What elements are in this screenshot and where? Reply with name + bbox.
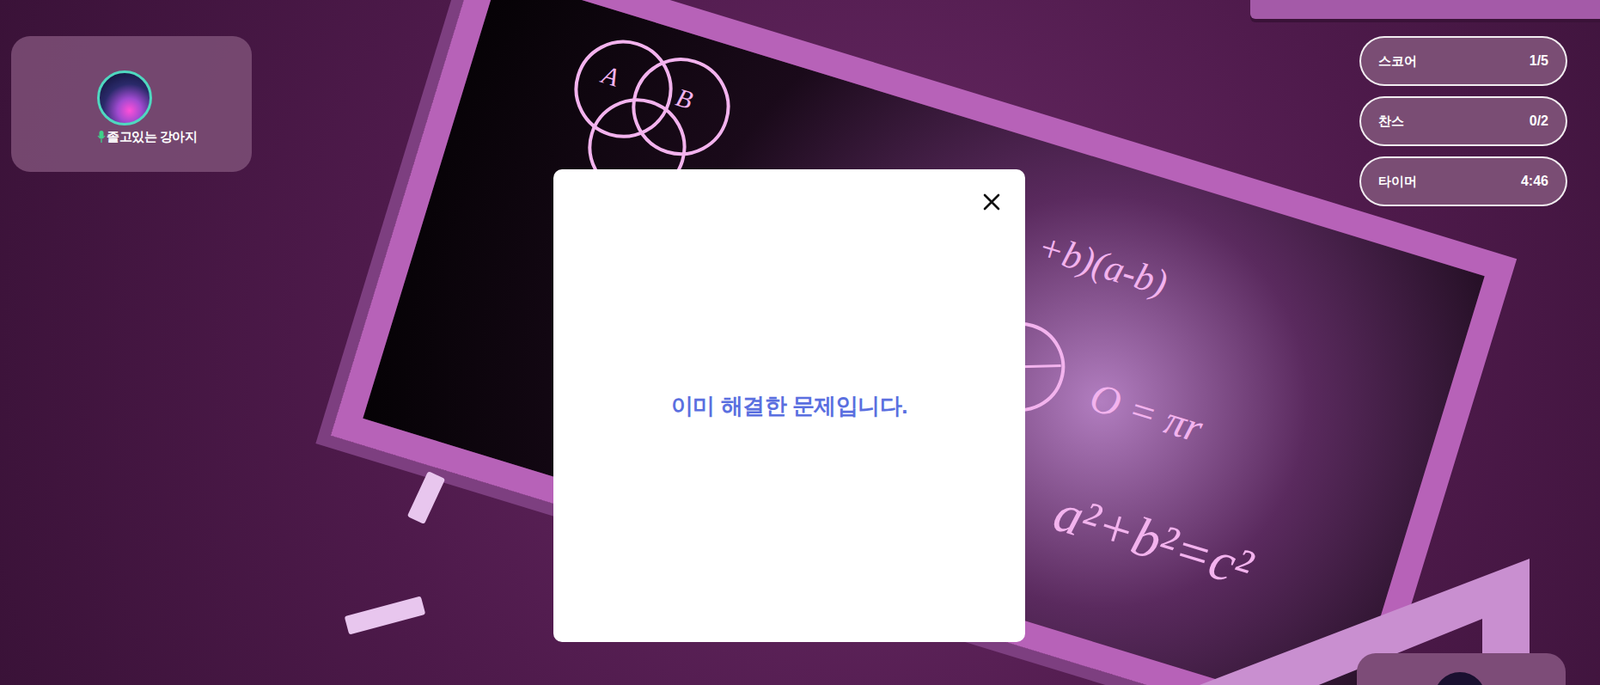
- message-modal: 이미 해결한 문제입니다.: [553, 169, 1026, 642]
- player-name: 졸고있는 강아지: [106, 127, 197, 147]
- chalk-piece: [344, 595, 427, 635]
- venn-label: B: [672, 84, 696, 114]
- stat-pill: 스코어 1/5: [1359, 36, 1568, 86]
- formula: +b)(a-b): [1033, 227, 1172, 303]
- stat-label: 타이머: [1378, 171, 1417, 192]
- formula: a²+b²=c²: [1048, 484, 1259, 597]
- venn-label: A: [598, 61, 622, 92]
- pencil: [1250, 0, 1600, 19]
- player-avatar: [97, 70, 153, 126]
- chalk-piece: [407, 470, 446, 525]
- stat-label: 스코어: [1378, 51, 1417, 72]
- stat-label: 찬스: [1378, 111, 1405, 132]
- stat-value: 0/2: [1529, 110, 1549, 132]
- bottom-panel: [1356, 653, 1566, 685]
- formula: O = πr: [1085, 376, 1208, 450]
- player-name-row: 졸고있는 강아지: [97, 127, 197, 147]
- game-screen: A B +b)(a-b) O = πr a²+b²=c² 졸고있는 강아지 스코어 1/5 찬스…: [0, 0, 1600, 685]
- close-icon[interactable]: [983, 193, 1001, 211]
- stats-panel: 스코어 1/5 찬스 0/2 타이머 4:46: [1359, 36, 1568, 207]
- stat-value: 4:46: [1520, 170, 1549, 192]
- microphone-icon: [97, 130, 106, 143]
- stat-value: 1/5: [1529, 50, 1549, 72]
- player-card: 졸고있는 강아지: [11, 36, 252, 172]
- modal-message: 이미 해결한 문제입니다.: [650, 389, 929, 423]
- stat-pill: 찬스 0/2: [1359, 96, 1568, 147]
- bottom-button[interactable]: [1434, 671, 1486, 685]
- stat-pill: 타이머 4:46: [1359, 156, 1568, 207]
